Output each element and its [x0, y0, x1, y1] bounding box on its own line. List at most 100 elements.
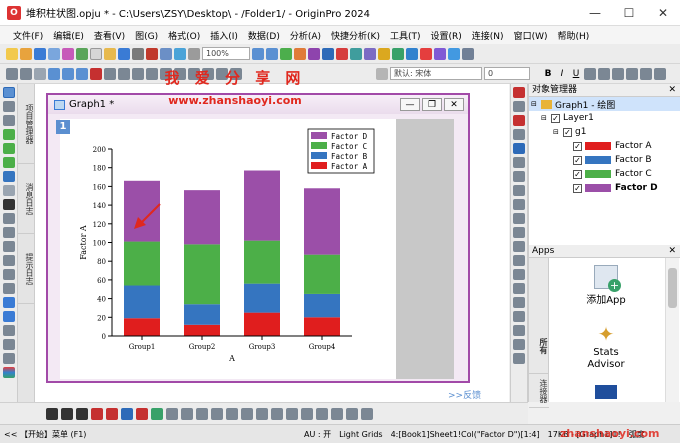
graph-close-button[interactable]: ✕ — [444, 98, 464, 111]
line-tool-icon[interactable] — [2, 241, 15, 252]
specialized-plot-icon[interactable] — [346, 407, 358, 420]
menu-view[interactable]: 查看(V) — [89, 29, 130, 42]
template-library-icon[interactable] — [226, 407, 238, 420]
data-reader-tool-icon[interactable] — [2, 143, 15, 154]
tab-message-log[interactable]: 消息日志 — [18, 164, 35, 234]
tree-factor-row[interactable]: ✓ Factor D — [529, 181, 680, 195]
swap-layer-icon[interactable] — [513, 241, 525, 252]
new-graph-icon[interactable] — [62, 47, 74, 60]
arrow-tool-icon[interactable] — [2, 213, 15, 224]
collapse-icon[interactable]: ⊟ — [541, 114, 551, 122]
minimize-button[interactable]: — — [578, 0, 612, 26]
superscript-icon[interactable] — [584, 67, 596, 80]
refresh-icon[interactable] — [146, 47, 158, 60]
settings-icon[interactable] — [462, 47, 474, 60]
object-manager-close-icon[interactable]: ✕ — [664, 84, 680, 96]
menu-data[interactable]: 数据(D) — [243, 29, 285, 42]
rescale-layer-icon[interactable] — [513, 115, 525, 126]
graph-window[interactable]: Graph1 * — ❐ ✕ 0 20 40 60 80 100 120 140 160 180 2… — [46, 93, 470, 383]
rescale-x-icon[interactable] — [62, 67, 74, 80]
open-template-icon[interactable] — [104, 47, 116, 60]
command-window-icon[interactable] — [308, 47, 320, 60]
underline-button[interactable]: U — [570, 69, 582, 79]
learning-center-icon[interactable] — [378, 47, 390, 60]
layer-manager-icon[interactable] — [513, 227, 525, 238]
delete-layer-icon[interactable] — [513, 353, 525, 364]
stats-advisor-item[interactable]: ✦ Stats Advisor — [551, 323, 661, 371]
align-icon[interactable] — [132, 67, 144, 80]
message-log-icon[interactable] — [336, 47, 348, 60]
new-workbook-icon[interactable] — [48, 47, 60, 60]
screen-reader-tool-icon[interactable] — [2, 129, 15, 140]
bold-button[interactable]: B — [542, 69, 554, 79]
update-legend-icon[interactable] — [513, 297, 525, 308]
tree-group-node[interactable]: ⊟ ✓ g1 — [529, 125, 680, 139]
zoom-combo[interactable]: 100% — [202, 47, 250, 60]
menu-graph[interactable]: 图(G) — [130, 29, 163, 42]
rescale-y-icon[interactable] — [76, 67, 88, 80]
pie-plot-icon[interactable] — [136, 407, 148, 420]
new-project-icon[interactable] — [6, 47, 18, 60]
menu-settings[interactable]: 设置(R) — [426, 29, 467, 42]
menu-tools[interactable]: 工具(T) — [385, 29, 426, 42]
subscript-icon[interactable] — [598, 67, 610, 80]
menu-connect[interactable]: 连接(N) — [467, 29, 509, 42]
scatter-plot-icon[interactable] — [61, 407, 73, 420]
close-button[interactable]: ✕ — [646, 0, 680, 26]
tab-smart-hint-log[interactable]: 提示日志 — [18, 234, 35, 304]
double-y-icon[interactable] — [301, 407, 313, 420]
reconstruct-legend-icon[interactable] — [513, 311, 525, 322]
data-selector-tool-icon[interactable] — [2, 157, 15, 168]
ellipse-tool-icon[interactable] — [2, 269, 15, 280]
histogram-icon[interactable] — [181, 407, 193, 420]
apps-scroll-thumb[interactable] — [668, 268, 677, 308]
graph-maker-icon[interactable] — [241, 407, 253, 420]
menu-file[interactable]: 文件(F) — [8, 29, 48, 42]
statistics-plot-icon[interactable] — [331, 407, 343, 420]
save-icon[interactable] — [34, 47, 46, 60]
tree-factor-row[interactable]: ✓ Factor A — [529, 139, 680, 153]
waterfall-plot-icon[interactable] — [361, 407, 373, 420]
align-layers-icon[interactable] — [513, 255, 525, 266]
smart-hint-icon[interactable] — [350, 47, 362, 60]
polar-plot-icon[interactable] — [256, 407, 268, 420]
tab-connectors[interactable]: 连接器 — [529, 374, 549, 408]
tree-layer-node[interactable]: ⊟ ✓ Layer1 — [529, 111, 680, 125]
open-folder-icon[interactable] — [20, 47, 32, 60]
menu-quick-analysis[interactable]: 快捷分析(K) — [326, 29, 385, 42]
factor-checkbox[interactable]: ✓ — [573, 183, 582, 193]
scale-in-tool-icon[interactable] — [2, 115, 15, 126]
greek-icon[interactable] — [612, 67, 624, 80]
ternary-plot-icon[interactable] — [271, 407, 283, 420]
factor-checkbox[interactable]: ✓ — [573, 169, 582, 179]
rotate-icon[interactable] — [104, 67, 116, 80]
text-align-icon[interactable] — [654, 67, 666, 80]
apps-close-icon[interactable]: ✕ — [664, 245, 680, 257]
rescale-icon[interactable] — [48, 67, 60, 80]
polygon-tool-icon[interactable] — [2, 283, 15, 294]
line-plot-icon[interactable] — [46, 407, 58, 420]
insert-table-icon[interactable] — [2, 325, 15, 336]
insert-image-icon[interactable] — [2, 339, 15, 350]
show-layer-icon[interactable] — [513, 339, 525, 350]
copy-page-icon[interactable] — [188, 47, 200, 60]
italic-button[interactable]: I — [556, 69, 568, 79]
menu-edit[interactable]: 编辑(E) — [48, 29, 89, 42]
import-icon[interactable] — [118, 47, 130, 60]
redo-icon[interactable] — [20, 67, 32, 80]
tree-factor-row[interactable]: ✓ Factor C — [529, 167, 680, 181]
text-tool-icon[interactable] — [376, 67, 388, 80]
decrease-font-icon[interactable] — [640, 67, 652, 80]
merge-graph-icon[interactable] — [513, 185, 525, 196]
apps-scrollbar[interactable] — [665, 258, 679, 402]
add-date-icon[interactable] — [513, 171, 525, 182]
font-combo[interactable]: 默认: 宋体 — [390, 67, 482, 80]
graph-restore-button[interactable]: ❐ — [422, 98, 442, 111]
zoom-tool-icon[interactable] — [2, 101, 15, 112]
increase-font-icon[interactable] — [626, 67, 638, 80]
factor-checkbox[interactable]: ✓ — [573, 141, 582, 151]
contour-plot-icon[interactable] — [196, 407, 208, 420]
add-color-scale-icon[interactable] — [513, 143, 525, 154]
text-tool-left-icon[interactable] — [2, 199, 15, 210]
fit-page-icon[interactable] — [513, 283, 525, 294]
